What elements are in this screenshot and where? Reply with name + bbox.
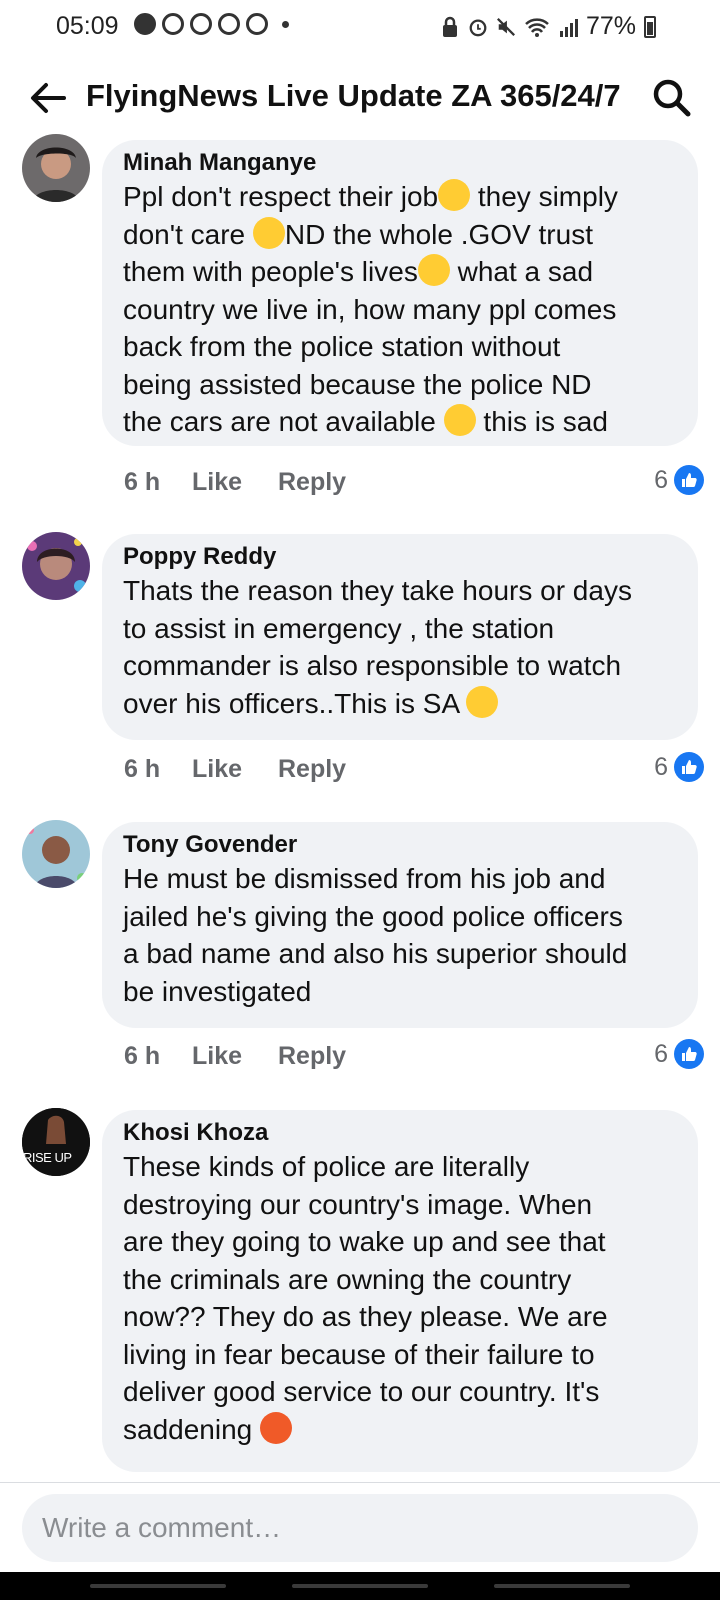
thumbs-up-icon — [674, 752, 704, 782]
composer-divider — [0, 1482, 720, 1483]
comment-timestamp: 6 h — [124, 755, 161, 783]
comment-bubble[interactable]: Minah Manganye Ppl don't respect their j… — [102, 140, 698, 446]
avatar[interactable]: RISE UP — [22, 1108, 90, 1176]
recycle-icon — [162, 13, 184, 35]
comment-author[interactable]: Tony Govender — [123, 830, 678, 860]
battery-icon — [644, 15, 656, 38]
like-button[interactable]: Like — [192, 468, 278, 497]
comment-actions: 6 h Like Reply — [124, 1042, 346, 1071]
mute-icon — [496, 17, 515, 36]
nav-handle[interactable] — [292, 1584, 428, 1588]
wifi-icon — [525, 17, 549, 37]
system-nav-bar — [0, 1572, 720, 1600]
smiling-face-emoji-icon — [466, 685, 499, 718]
weary-face-emoji-icon — [252, 216, 285, 249]
comment-author[interactable]: Poppy Reddy — [123, 542, 678, 572]
alarm-icon — [469, 19, 487, 36]
like-button[interactable]: Like — [192, 755, 278, 784]
comment-actions: 6 h Like Reply — [124, 468, 346, 497]
reaction-count[interactable]: 6 — [654, 752, 704, 782]
recycle-icon — [246, 13, 268, 35]
signal-icon — [559, 18, 578, 37]
avatar[interactable] — [22, 820, 90, 888]
status-bar: 05:09 77% — [0, 0, 720, 56]
sad-face-emoji-icon — [417, 254, 450, 286]
comment-author[interactable]: Khosi Khoza — [123, 1118, 678, 1148]
lock-icon — [442, 16, 457, 37]
nav-handle[interactable] — [90, 1584, 226, 1588]
app-header: FlyingNews Live Update ZA 365/24/7 — [0, 62, 720, 136]
reaction-count[interactable]: 6 — [654, 1039, 704, 1069]
avatar[interactable] — [22, 134, 90, 202]
comment-text: These kinds of police are literally dest… — [123, 1151, 608, 1445]
angry-face-emoji-icon — [260, 1411, 293, 1444]
comment-actions: 6 h Like Reply — [124, 755, 346, 784]
reply-button[interactable]: Reply — [278, 468, 346, 497]
page-title: FlyingNews Live Update ZA 365/24/7 — [86, 78, 621, 113]
thumbs-up-icon — [674, 1039, 704, 1069]
avatar-logo-text: RISE UP — [23, 1150, 72, 1165]
comment-timestamp: 6 h — [124, 1042, 161, 1070]
sad-face-emoji-icon — [443, 404, 476, 436]
avatar[interactable] — [22, 532, 90, 600]
search-icon[interactable] — [650, 76, 694, 120]
comment-text: He must be dismissed from his job and ja… — [123, 863, 628, 1007]
battery-percent: 77% — [585, 12, 636, 40]
comment-author[interactable]: Minah Manganye — [123, 148, 678, 178]
comment-bubble[interactable]: Poppy Reddy Thats the reason they take h… — [102, 534, 698, 740]
status-time: 05:09 — [56, 12, 119, 40]
notification-icons — [134, 13, 289, 35]
weary-face-emoji-icon — [438, 179, 471, 211]
comment-input[interactable]: Write a comment… — [22, 1494, 698, 1562]
reply-button[interactable]: Reply — [278, 1042, 346, 1071]
comment-input-placeholder: Write a comment… — [42, 1512, 282, 1543]
comment-text: Thats the reason they take hours or days… — [123, 575, 632, 719]
reaction-count[interactable]: 6 — [654, 465, 704, 495]
more-notifications-icon — [282, 20, 289, 28]
thumbs-up-icon — [674, 465, 704, 495]
comment-bubble[interactable]: Tony Govender He must be dismissed from … — [102, 822, 698, 1028]
comment-bubble[interactable]: Khosi Khoza These kinds of police are li… — [102, 1110, 698, 1472]
like-button[interactable]: Like — [192, 1042, 278, 1071]
messenger-icon — [134, 13, 156, 35]
comment-timestamp: 6 h — [124, 468, 161, 496]
comment-text: Ppl don't respect their job they simply … — [123, 179, 618, 437]
back-arrow-icon[interactable] — [26, 76, 70, 120]
system-icons: 77% — [440, 12, 656, 41]
recycle-icon — [218, 13, 240, 35]
recycle-icon — [190, 13, 212, 35]
reply-button[interactable]: Reply — [278, 755, 346, 784]
nav-handle[interactable] — [494, 1584, 630, 1588]
